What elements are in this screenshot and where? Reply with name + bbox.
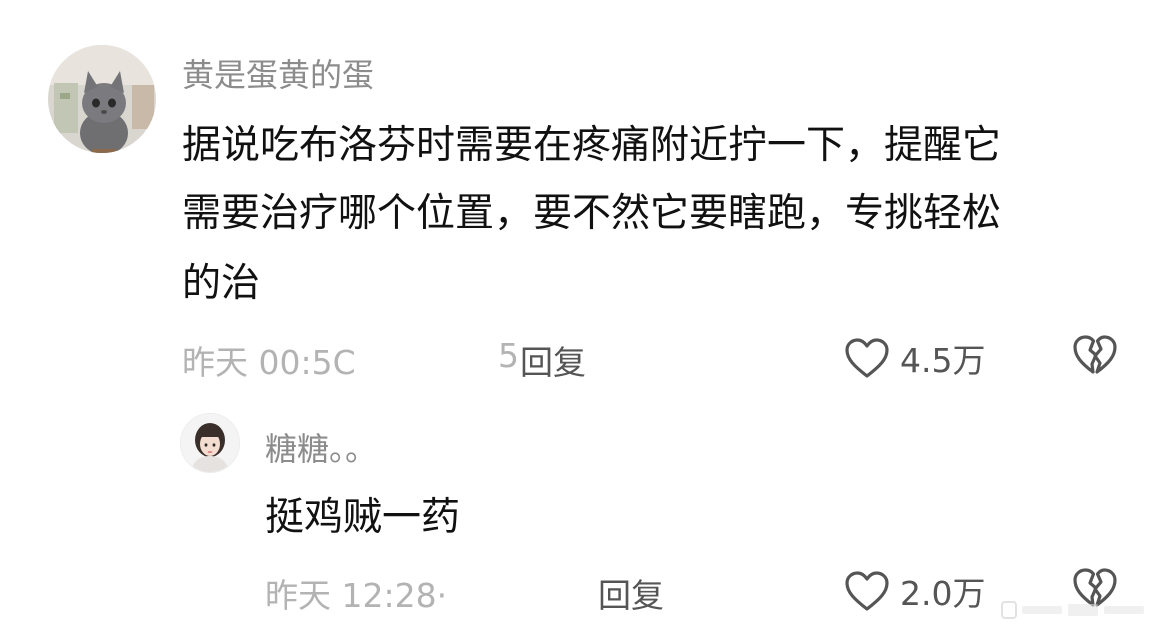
reply-commenter-avatar[interactable] — [180, 413, 240, 473]
reply-commenter-username[interactable]: 糖糖。。 — [265, 424, 377, 470]
like-button-2[interactable]: 2.0万 — [844, 567, 985, 615]
comment-line: 的治 — [182, 261, 261, 306]
comment-line: 据说吃布洛芬时需要在疼痛附近拧一下，提醒它 — [182, 123, 1002, 168]
commenter-avatar[interactable] — [48, 45, 156, 153]
commenter-username[interactable]: 黄是蛋黄的蛋 — [182, 50, 374, 96]
reply-button[interactable]: 回复 — [520, 336, 586, 384]
like-count-2: 2.0万 — [900, 574, 986, 613]
reply-button-2[interactable]: 回复 — [598, 569, 664, 617]
girl-avatar-icon — [181, 414, 239, 472]
like-button[interactable]: 4.5万 — [844, 334, 985, 382]
like-count: 4.5万 — [900, 341, 986, 380]
heart-outline-icon — [845, 571, 889, 611]
dislike-button[interactable] — [1072, 334, 1118, 380]
comment-timestamp: 昨天 00:5C — [182, 343, 356, 382]
reply-comment-text: 挺鸡贼一药 — [265, 495, 461, 540]
watermark-logo — [1000, 598, 1150, 622]
timestamp-fragment: 5 — [498, 336, 519, 375]
comment-line: 需要治疗哪个位置，要不然它要瞎跑，专挑轻松 — [182, 191, 1002, 236]
watermark-icon — [1001, 601, 1144, 619]
reply-timestamp: 昨天 12:28· — [265, 576, 448, 615]
heart-outline-icon — [845, 338, 889, 378]
kitten-avatar-icon — [48, 45, 156, 153]
broken-heart-icon — [1073, 335, 1117, 374]
